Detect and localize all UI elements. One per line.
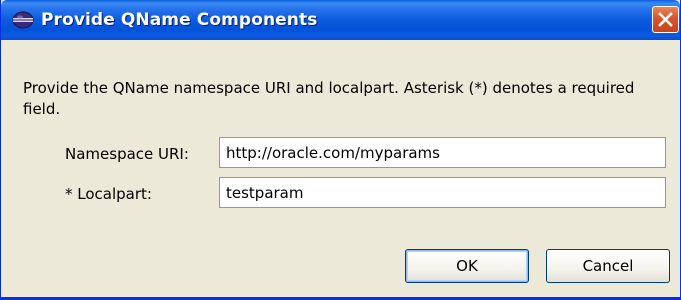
eclipse-window-icon xyxy=(12,11,34,29)
ok-button[interactable]: OK xyxy=(405,249,529,283)
window-title: Provide QName Components xyxy=(41,10,318,30)
dialog-description: Provide the QName namespace URI and loca… xyxy=(23,79,635,118)
cancel-button[interactable]: Cancel xyxy=(546,249,670,283)
localpart-label: * Localpart: xyxy=(65,185,152,203)
localpart-input[interactable] xyxy=(219,177,666,208)
namespace-uri-label: Namespace URI: xyxy=(65,145,189,163)
namespace-uri-input[interactable] xyxy=(219,137,666,168)
close-icon xyxy=(658,12,673,27)
close-button[interactable] xyxy=(652,6,679,33)
title-bar[interactable]: Provide QName Components xyxy=(1,0,680,40)
qname-dialog: Provide QName Components Provide the QNa… xyxy=(0,0,681,300)
